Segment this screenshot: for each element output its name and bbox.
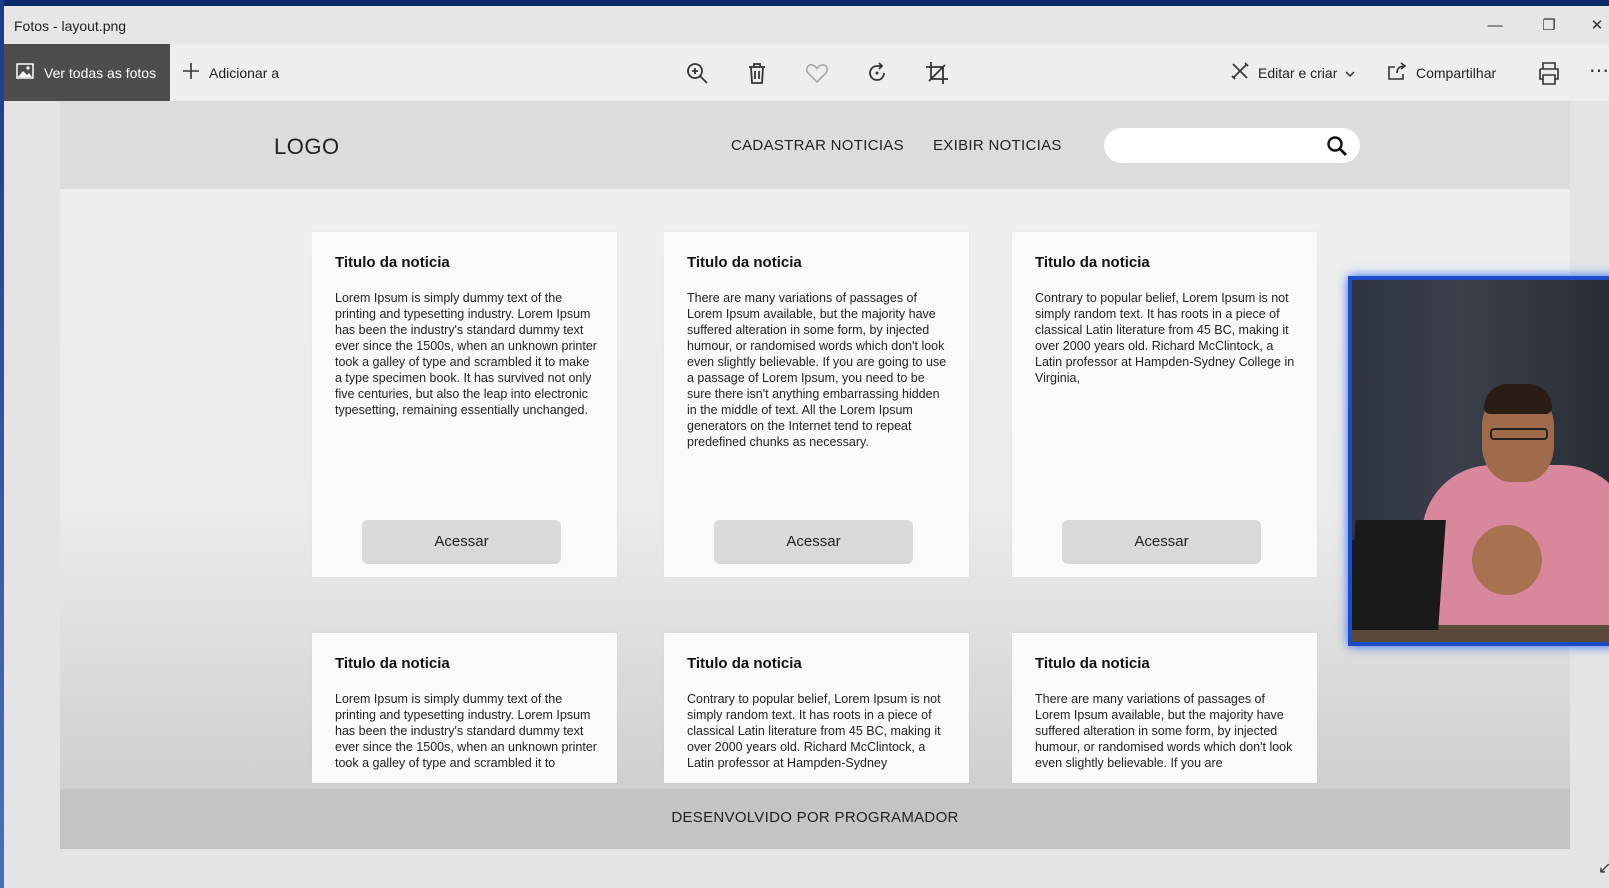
news-card-title: Titulo da noticia <box>335 655 450 672</box>
layout-image: LOGO CADASTRAR NOTICIAS EXIBIR NOTICIAS … <box>60 101 1570 849</box>
news-card-body: There are many variations of passages of… <box>1035 692 1293 770</box>
window-title: Fotos - layout.png <box>14 18 127 34</box>
share-label: Compartilhar <box>1416 64 1497 81</box>
mockup-search-input[interactable] <box>1104 128 1360 163</box>
restore-icon[interactable]: ❐ <box>1526 14 1572 38</box>
presenter-hands <box>1472 525 1542 595</box>
minimize-icon[interactable]: — <box>1472 14 1518 38</box>
photos-toolbar: Ver todas as fotos Adicionar a Editar e … <box>4 44 1609 101</box>
close-icon[interactable]: ✕ <box>1574 14 1609 38</box>
news-card-title: Titulo da noticia <box>1035 655 1150 672</box>
add-to-button[interactable]: Adicionar a <box>182 44 279 101</box>
add-to-label: Adicionar a <box>209 64 280 81</box>
news-card: Titulo da noticia There are many variati… <box>664 232 969 577</box>
nav-cadastrar-noticias[interactable]: CADASTRAR NOTICIAS <box>731 137 904 154</box>
chevron-down-icon <box>1345 65 1355 81</box>
title-bar: Fotos - layout.png — ❐ ✕ <box>4 6 1609 44</box>
edit-and-create-button[interactable]: Editar e criar <box>1230 44 1355 101</box>
search-icon[interactable] <box>1326 135 1348 157</box>
edit-tools-icon <box>1230 61 1250 84</box>
news-card-body: Contrary to popular belief, Lorem Ipsum … <box>687 692 941 770</box>
print-icon[interactable] <box>1536 60 1562 86</box>
view-all-photos-label: Ver todas as fotos <box>44 64 157 81</box>
news-card: Titulo da noticia Lorem Ipsum is simply … <box>312 232 617 577</box>
heart-icon[interactable] <box>804 60 830 86</box>
mockup-header: LOGO CADASTRAR NOTICIAS EXIBIR NOTICIAS <box>60 101 1570 189</box>
news-card-body: Lorem Ipsum is simply dummy text of the … <box>335 291 597 417</box>
mockup-logo: LOGO <box>274 134 340 159</box>
share-button[interactable]: Compartilhar <box>1387 44 1496 101</box>
news-card: Titulo da noticia Contrary to popular be… <box>1012 232 1317 577</box>
laptop <box>1352 520 1446 630</box>
plus-icon <box>182 62 200 83</box>
news-card-body: Contrary to popular belief, Lorem Ipsum … <box>1035 291 1295 385</box>
photos-app-window: Fotos - layout.png — ❐ ✕ Ver todas as fo… <box>0 0 1609 888</box>
news-card-title: Titulo da noticia <box>687 655 802 672</box>
presenter-glasses <box>1490 428 1548 440</box>
more-icon[interactable]: ⋯ <box>1589 58 1609 83</box>
view-all-photos-button[interactable]: Ver todas as fotos <box>4 44 170 101</box>
news-card-title: Titulo da noticia <box>687 254 802 271</box>
access-button[interactable]: Acessar <box>714 520 913 564</box>
news-card: Titulo da noticia There are many variati… <box>1012 633 1317 783</box>
news-card-title: Titulo da noticia <box>335 254 450 271</box>
news-card-body: Lorem Ipsum is simply dummy text of the … <box>335 692 597 770</box>
mockup-footer: DESENVOLVIDO POR PROGRAMADOR <box>60 789 1570 849</box>
access-button[interactable]: Acessar <box>1062 520 1261 564</box>
footer-text: DESENVOLVIDO POR PROGRAMADOR <box>671 809 959 826</box>
share-icon <box>1387 62 1407 83</box>
news-card-title: Titulo da noticia <box>1035 254 1150 271</box>
access-button[interactable]: Acessar <box>362 520 561 564</box>
webcam-overlay <box>1348 276 1609 646</box>
crop-icon[interactable] <box>924 60 950 86</box>
rotate-icon[interactable] <box>864 60 890 86</box>
edit-and-create-label: Editar e criar <box>1258 64 1338 81</box>
nav-exibir-noticias[interactable]: EXIBIR NOTICIAS <box>933 137 1062 154</box>
image-icon <box>16 63 34 82</box>
news-card: Titulo da noticia Lorem Ipsum is simply … <box>312 633 617 783</box>
resize-handle-icon[interactable]: ↙ <box>1598 858 1609 878</box>
presenter-hair <box>1484 384 1552 414</box>
news-card: Titulo da noticia Contrary to popular be… <box>664 633 969 783</box>
news-card-body: There are many variations of passages of… <box>687 291 947 449</box>
zoom-in-icon[interactable] <box>684 60 710 86</box>
trash-icon[interactable] <box>744 60 770 86</box>
